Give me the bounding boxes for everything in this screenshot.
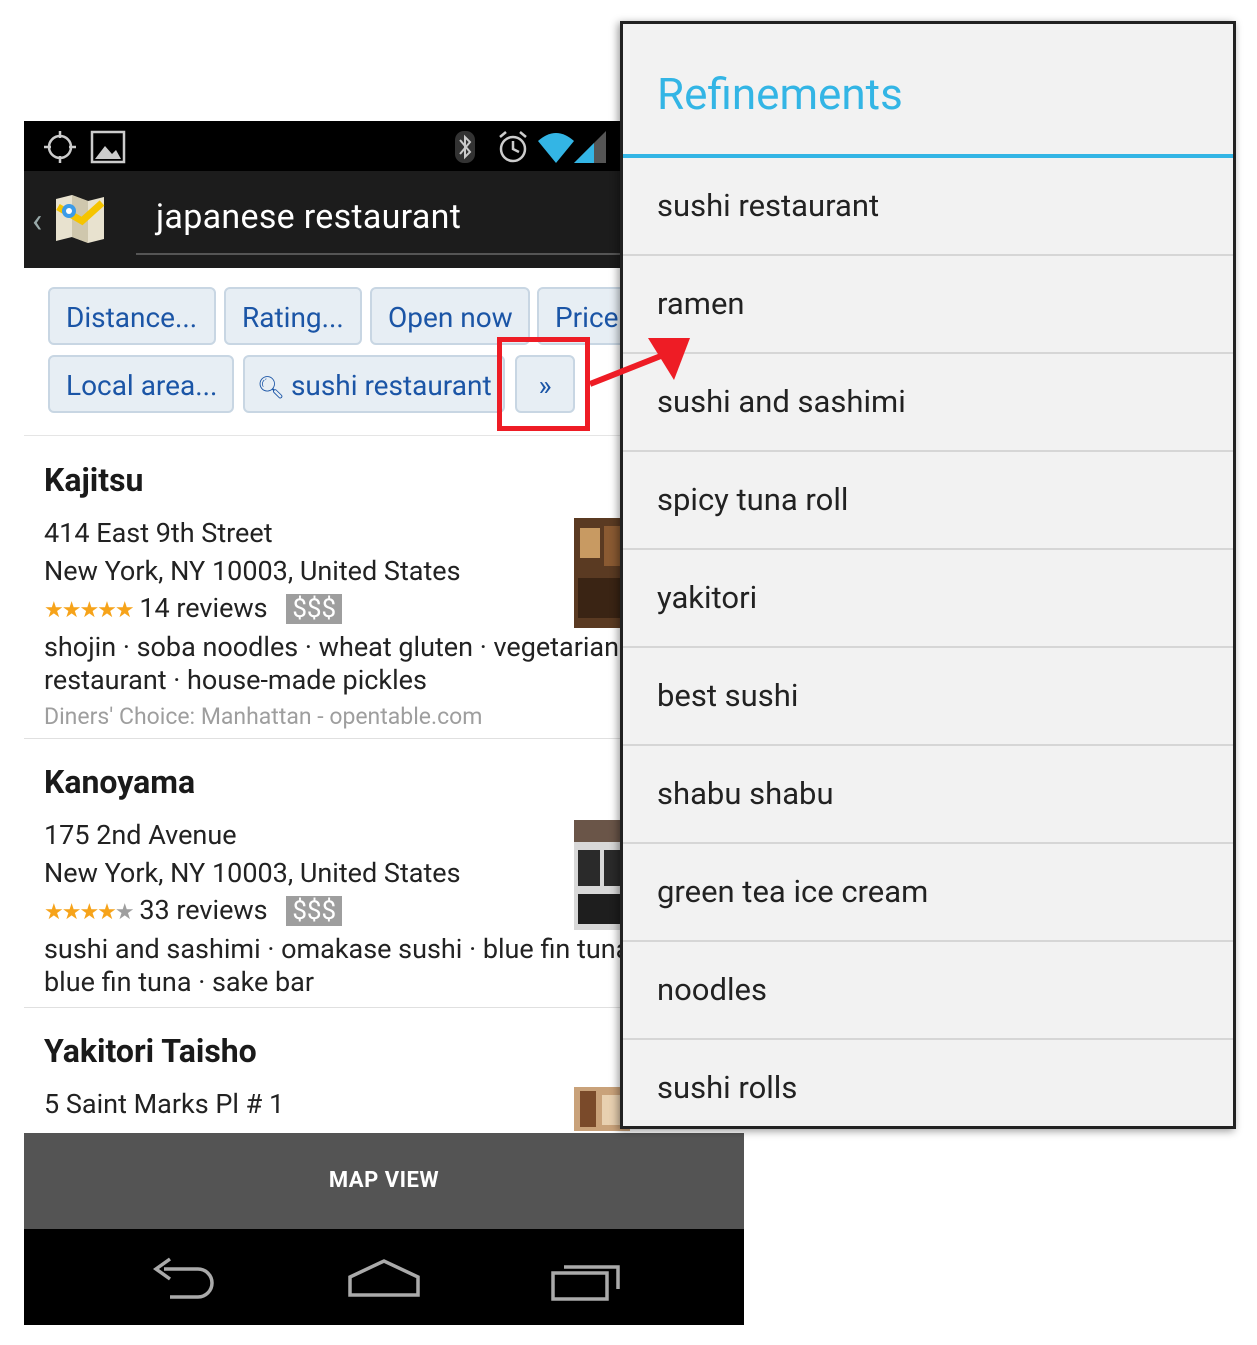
search-query[interactable]: japanese restaurant <box>156 197 461 237</box>
refinement-item[interactable]: spicy tuna roll <box>623 452 1233 548</box>
result-reviews[interactable]: 33 reviews <box>139 894 267 926</box>
gallery-icon <box>90 130 126 164</box>
navigation-bar <box>24 1229 744 1325</box>
refinement-item[interactable]: ramen <box>623 256 1233 352</box>
chip-distance[interactable]: Distance... <box>48 287 216 345</box>
highlight-box <box>497 337 590 431</box>
signal-icon <box>574 131 606 163</box>
result-source[interactable]: Diners' Choice: Manhattan - opentable.co… <box>44 703 482 730</box>
gps-icon <box>44 131 76 163</box>
bluetooth-icon <box>455 131 475 163</box>
star-rating-icon: ★★★★★ <box>44 598 135 623</box>
result-tags-line1: sushi and sashimi · omakase sushi · blue… <box>44 933 631 965</box>
alarm-icon <box>499 131 527 163</box>
price-badge: $$$ <box>286 594 343 624</box>
refinement-item[interactable]: noodles <box>623 942 1233 1038</box>
star-rating-icon: ★★★★★ <box>44 900 135 925</box>
chip-sushi-label: sushi restaurant <box>290 369 492 402</box>
result-name: Kanoyama <box>44 763 196 801</box>
dialog-title: Refinements <box>657 68 903 120</box>
refinements-dialog: Refinements sushi restaurant ramen sushi… <box>620 21 1236 1129</box>
result-rating-row: ★★★★★ 14 reviews $$$ <box>44 592 343 624</box>
result-address-line1: 5 Saint Marks Pl # 1 <box>44 1088 285 1120</box>
result-tags-line1: shojin · soba noodles · wheat gluten · v… <box>44 631 620 663</box>
chip-open-now-label: Open now <box>388 301 513 334</box>
refinement-item[interactable]: sushi and sashimi <box>623 354 1233 450</box>
search-icon: 🔍︎ <box>257 376 285 401</box>
result-rating-row: ★★★★★ 33 reviews $$$ <box>44 894 343 926</box>
chip-sushi-restaurant[interactable]: 🔍︎ sushi restaurant <box>243 355 505 413</box>
result-name: Yakitori Taisho <box>44 1032 257 1070</box>
maps-logo-icon[interactable] <box>52 193 108 245</box>
refinement-item[interactable]: yakitori <box>623 550 1233 646</box>
result-name: Kajitsu <box>44 461 144 499</box>
refinement-item[interactable]: best sushi <box>623 648 1233 744</box>
price-badge: $$$ <box>286 896 343 926</box>
result-address-line1: 175 2nd Avenue <box>44 819 237 851</box>
search-underline <box>136 253 656 255</box>
up-caret-icon[interactable]: ‹ <box>32 201 42 241</box>
chip-local-area-label: Local area... <box>66 369 218 402</box>
refinement-item[interactable]: shabu shabu <box>623 746 1233 842</box>
home-icon[interactable] <box>346 1257 422 1301</box>
chip-local-area[interactable]: Local area... <box>48 355 234 413</box>
result-tags-line2: blue fin tuna · sake bar <box>44 966 315 998</box>
chip-rating-label: Rating... <box>242 301 344 334</box>
refinement-item[interactable]: sushi restaurant <box>623 158 1233 254</box>
map-view-button[interactable]: MAP VIEW <box>24 1133 744 1229</box>
result-address-line2: New York, NY 10003, United States <box>44 857 461 889</box>
chip-price-label: Price <box>555 301 619 334</box>
result-reviews[interactable]: 14 reviews <box>139 592 267 624</box>
result-address-line2: New York, NY 10003, United States <box>44 555 461 587</box>
result-tags-line2: restaurant · house-made pickles <box>44 664 427 696</box>
refinement-item[interactable]: sushi rolls <box>623 1040 1233 1136</box>
back-icon[interactable] <box>146 1255 218 1301</box>
recents-icon[interactable] <box>550 1259 622 1303</box>
chip-rating[interactable]: Rating... <box>224 287 362 345</box>
chip-distance-label: Distance... <box>66 301 198 334</box>
refinement-item[interactable]: green tea ice cream <box>623 844 1233 940</box>
result-address-line1: 414 East 9th Street <box>44 517 273 549</box>
wifi-icon <box>538 133 574 163</box>
